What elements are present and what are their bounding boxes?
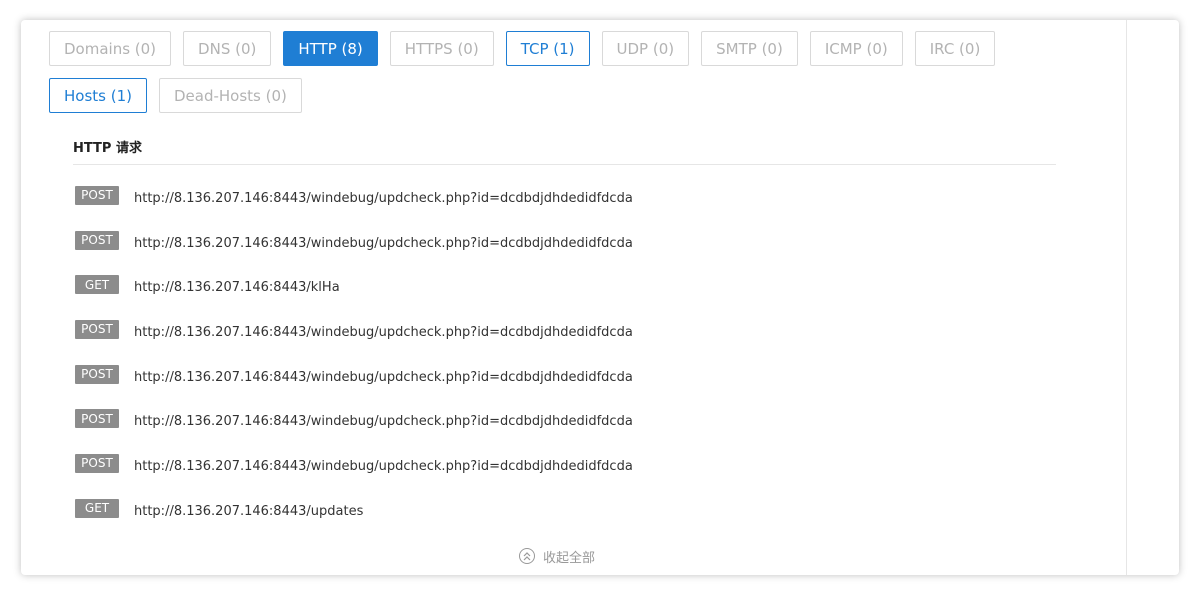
- request-url: http://8.136.207.146:8443/windebug/updch…: [134, 369, 633, 385]
- tabs-row-protocols: Domains (0) DNS (0) HTTP (8) HTTPS (0) TCP (…: [49, 31, 1007, 66]
- request-row: POST http://8.136.207.146:8443/windebug/u…: [75, 221, 1075, 266]
- http-request-list: POST http://8.136.207.146:8443/windebug/u…: [75, 176, 1075, 534]
- tab-https[interactable]: HTTPS (0): [389, 31, 494, 66]
- section-divider: [73, 164, 1056, 165]
- tabs-row-hosts: Hosts (1) Dead-Hosts (0): [49, 78, 314, 113]
- request-url: http://8.136.207.146:8443/updates: [134, 503, 364, 519]
- tab-irc[interactable]: IRC (0): [914, 31, 996, 66]
- section-title: HTTP 请求: [73, 141, 142, 156]
- tab-dead-hosts[interactable]: Dead-Hosts (0): [158, 78, 302, 113]
- method-badge: POST: [75, 409, 119, 429]
- tab-tcp[interactable]: TCP (1): [505, 31, 590, 66]
- method-badge: POST: [75, 453, 119, 473]
- method-badge: POST: [75, 364, 119, 384]
- method-badge: POST: [75, 230, 119, 250]
- request-url: http://8.136.207.146:8443/windebug/updch…: [134, 190, 633, 206]
- tab-hosts[interactable]: Hosts (1): [49, 78, 147, 113]
- method-badge: POST: [75, 319, 119, 339]
- method-badge: POST: [75, 185, 119, 205]
- tab-udp[interactable]: UDP (0): [601, 31, 690, 66]
- side-divider: [1126, 20, 1127, 575]
- tab-http[interactable]: HTTP (8): [283, 31, 378, 66]
- request-url: http://8.136.207.146:8443/windebug/updch…: [134, 235, 633, 251]
- request-url: http://8.136.207.146:8443/windebug/updch…: [134, 458, 633, 474]
- request-url: http://8.136.207.146:8443/klHa: [134, 280, 340, 296]
- request-row: POST http://8.136.207.146:8443/windebug/u…: [75, 355, 1075, 400]
- request-row: POST http://8.136.207.146:8443/windebug/u…: [75, 399, 1075, 444]
- tab-smtp[interactable]: SMTP (0): [701, 31, 798, 66]
- request-row: POST http://8.136.207.146:8443/windebug/u…: [75, 176, 1075, 221]
- chevron-double-up-icon: [519, 548, 535, 564]
- tab-dns[interactable]: DNS (0): [183, 31, 272, 66]
- request-row: GET http://8.136.207.146:8443/klHa: [75, 265, 1075, 310]
- request-url: http://8.136.207.146:8443/windebug/updch…: [134, 414, 633, 430]
- request-row: POST http://8.136.207.146:8443/windebug/u…: [75, 310, 1075, 355]
- method-badge: GET: [75, 498, 119, 518]
- request-row: GET http://8.136.207.146:8443/updates: [75, 489, 1075, 534]
- request-row: POST http://8.136.207.146:8443/windebug/u…: [75, 444, 1075, 489]
- collapse-all-label: 收起全部: [543, 550, 596, 566]
- method-badge: GET: [75, 275, 119, 295]
- request-url: http://8.136.207.146:8443/windebug/updch…: [134, 324, 633, 340]
- tab-domains[interactable]: Domains (0): [49, 31, 172, 66]
- analysis-panel: Domains (0) DNS (0) HTTP (8) HTTPS (0) TCP (…: [21, 20, 1179, 575]
- collapse-all-button[interactable]: 收起全部: [519, 546, 595, 566]
- tab-icmp[interactable]: ICMP (0): [809, 31, 903, 66]
